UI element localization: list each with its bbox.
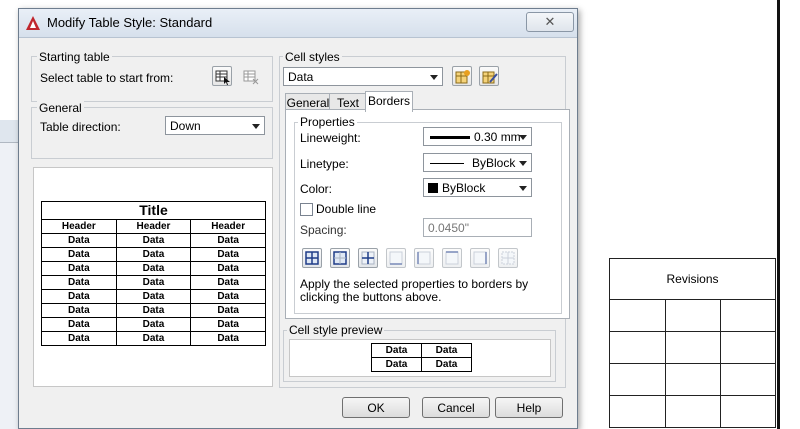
cell-style-preview: Data Data Data Data bbox=[289, 339, 551, 377]
chevron-down-icon bbox=[430, 75, 438, 80]
preview-data-cell: Data bbox=[41, 331, 117, 346]
preview-data-cell: Data bbox=[190, 303, 266, 318]
table-direction-value: Down bbox=[170, 119, 201, 133]
preview-data-cell: Data bbox=[115, 289, 192, 304]
dialog-titlebar: Modify Table Style: Standard ✕ bbox=[19, 9, 577, 38]
all-borders-button[interactable] bbox=[302, 248, 322, 268]
select-table-prompt: Select table to start from: bbox=[40, 71, 174, 85]
chevron-down-icon bbox=[252, 124, 260, 129]
linetype-value: ByBlock bbox=[472, 156, 516, 170]
preview-data-cell: Data bbox=[41, 289, 117, 304]
revisions-table: Revisions bbox=[609, 258, 776, 428]
preview-data-cell: Data bbox=[115, 261, 192, 276]
revisions-title: Revisions bbox=[610, 259, 775, 300]
close-icon: ✕ bbox=[544, 14, 556, 29]
outside-borders-button[interactable] bbox=[330, 248, 350, 268]
autocad-logo-icon bbox=[25, 15, 41, 31]
general-label: General bbox=[37, 101, 84, 115]
table-direction-label: Table direction: bbox=[40, 120, 121, 134]
cell-preview-cell: Data bbox=[421, 357, 472, 372]
preview-data-cell: Data bbox=[115, 303, 192, 318]
color-value: ByBlock bbox=[442, 181, 486, 195]
no-border-button[interactable] bbox=[498, 248, 518, 268]
table-style-preview: Title Header Header Header Data Data Data … bbox=[33, 167, 273, 387]
preview-data-cell: Data bbox=[190, 247, 266, 262]
double-line-checkbox[interactable] bbox=[300, 203, 313, 216]
dialog-title: Modify Table Style: Standard bbox=[47, 15, 213, 30]
linetype-label: Linetype: bbox=[300, 157, 349, 171]
lineweight-line-icon bbox=[430, 136, 470, 139]
cell-styles-label: Cell styles bbox=[283, 50, 342, 64]
cell-preview-cell: Data bbox=[371, 357, 422, 372]
chevron-down-icon bbox=[519, 161, 527, 166]
bottom-border-button[interactable] bbox=[386, 248, 406, 268]
table-direction-dropdown[interactable]: Down bbox=[165, 116, 265, 135]
right-border-button[interactable] bbox=[470, 248, 490, 268]
preview-data-cell: Data bbox=[115, 233, 192, 248]
drawing-border-line bbox=[777, 0, 780, 429]
preview-data-cell: Data bbox=[115, 317, 192, 332]
preview-data-cell: Data bbox=[115, 247, 192, 262]
spacing-value: 0.0450" bbox=[428, 221, 469, 235]
modify-table-style-dialog: Modify Table Style: Standard ✕ Starting … bbox=[18, 8, 578, 429]
starting-table-label: Starting table bbox=[37, 50, 112, 64]
spacing-label: Spacing: bbox=[300, 223, 347, 237]
double-line-label: Double line bbox=[316, 202, 377, 216]
lineweight-value: 0.30 mm bbox=[474, 130, 521, 144]
chevron-down-icon bbox=[519, 135, 527, 140]
preview-header-cell: Header bbox=[115, 219, 192, 234]
preview-data-cell: Data bbox=[41, 275, 117, 290]
preview-data-cell: Data bbox=[41, 317, 117, 332]
cell-preview-cell: Data bbox=[371, 343, 422, 358]
chevron-down-icon bbox=[519, 186, 527, 191]
ok-button[interactable]: OK bbox=[342, 397, 410, 418]
color-label: Color: bbox=[300, 182, 333, 196]
tab-borders[interactable]: Borders bbox=[365, 91, 413, 112]
borders-tab-panel: Properties Lineweight: 0.30 mm Linetype:… bbox=[285, 109, 570, 319]
manage-cell-styles-button[interactable] bbox=[479, 66, 499, 86]
linetype-dropdown[interactable]: ByBlock bbox=[423, 153, 532, 172]
preview-data-cell: Data bbox=[190, 317, 266, 332]
cell-preview-cell: Data bbox=[421, 343, 472, 358]
preview-table: Title Header Header Header Data Data Data … bbox=[41, 201, 266, 346]
preview-data-cell: Data bbox=[190, 233, 266, 248]
cancel-button[interactable]: Cancel bbox=[422, 397, 490, 418]
cell-style-preview-label: Cell style preview bbox=[287, 323, 385, 337]
cell-style-dropdown[interactable]: Data bbox=[283, 67, 443, 86]
spacing-input[interactable]: 0.0450" bbox=[423, 218, 532, 237]
cell-style-preview-table: Data Data Data Data bbox=[371, 343, 472, 372]
inside-borders-button[interactable] bbox=[358, 248, 378, 268]
preview-data-cell: Data bbox=[190, 275, 266, 290]
preview-data-cell: Data bbox=[41, 303, 117, 318]
preview-data-cell: Data bbox=[41, 261, 117, 276]
left-border-button[interactable] bbox=[414, 248, 434, 268]
color-dropdown[interactable]: ByBlock bbox=[423, 178, 532, 197]
cell-style-value: Data bbox=[288, 70, 314, 84]
preview-data-cell: Data bbox=[41, 233, 117, 248]
lineweight-dropdown[interactable]: 0.30 mm bbox=[423, 127, 532, 146]
remove-table-button[interactable] bbox=[240, 66, 260, 86]
linetype-line-icon bbox=[430, 163, 464, 164]
preview-data-cell: Data bbox=[190, 331, 266, 346]
tab-general-label: General bbox=[286, 96, 330, 110]
preview-header-cell: Header bbox=[41, 219, 117, 234]
preview-data-cell: Data bbox=[190, 261, 266, 276]
preview-data-cell: Data bbox=[115, 275, 192, 290]
preview-header-cell: Header bbox=[190, 219, 266, 234]
close-button[interactable]: ✕ bbox=[526, 12, 574, 32]
help-button[interactable]: Help bbox=[495, 397, 563, 418]
top-border-button[interactable] bbox=[442, 248, 462, 268]
preview-data-cell: Data bbox=[190, 289, 266, 304]
new-cell-style-button[interactable] bbox=[452, 66, 472, 86]
preview-data-cell: Data bbox=[115, 331, 192, 346]
tab-text-label: Text bbox=[336, 96, 359, 110]
tab-borders-label: Borders bbox=[367, 94, 411, 108]
borders-hint: Apply the selected properties to borders… bbox=[300, 277, 529, 304]
select-table-button[interactable] bbox=[212, 66, 232, 86]
properties-label: Properties bbox=[298, 115, 357, 129]
preview-table-title: Title bbox=[41, 201, 266, 220]
lineweight-label: Lineweight: bbox=[300, 131, 361, 145]
preview-data-cell: Data bbox=[41, 247, 117, 262]
color-swatch bbox=[428, 183, 438, 193]
